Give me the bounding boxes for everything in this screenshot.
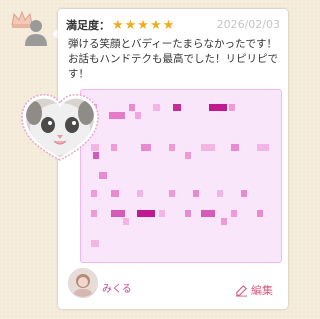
mosaic-block — [209, 104, 227, 111]
mosaic-block — [91, 210, 97, 217]
review-date: 2026/02/03 — [216, 18, 280, 31]
mosaic-block — [123, 218, 129, 225]
mosaic-block — [111, 144, 117, 151]
mosaic-block — [91, 240, 99, 247]
mosaic-block — [91, 190, 97, 197]
mosaic-block — [201, 210, 215, 217]
mosaic-block — [169, 144, 175, 151]
mosaic-block — [257, 144, 269, 151]
cat-photo-heart-icon — [21, 93, 99, 161]
mosaic-block — [109, 112, 125, 119]
mosaic-block — [231, 144, 239, 151]
mosaic-block — [217, 190, 223, 197]
mosaic-block — [231, 210, 237, 217]
mosaic-block — [137, 210, 155, 217]
edit-icon — [235, 284, 248, 297]
reviewer-info[interactable]: みくる — [68, 268, 132, 298]
mosaic-block — [137, 190, 143, 197]
user-avatar[interactable] — [68, 268, 98, 298]
mosaic-block — [185, 152, 191, 159]
mosaic-block — [99, 172, 107, 179]
mosaic-block — [201, 144, 215, 151]
mosaic-block — [221, 218, 227, 225]
mosaic-block — [193, 190, 199, 197]
review-text: 弾ける笑顔とバディーたまらなかったです！お話もハンドテクも最高でした！リピリピで… — [68, 38, 278, 80]
mosaic-block — [173, 104, 181, 111]
mosaic-block — [135, 112, 141, 119]
default-user-icon — [25, 20, 47, 46]
mosaic-block — [111, 190, 119, 197]
satisfaction-label: 満足度： — [66, 19, 110, 32]
mosaic-block — [229, 104, 235, 111]
user-name[interactable]: みくる — [102, 280, 132, 295]
edit-button[interactable]: 編集 — [235, 282, 273, 298]
mosaic-block — [159, 210, 165, 217]
mosaic-block — [111, 210, 125, 217]
edit-label: 編集 — [251, 284, 273, 297]
mosaic-block — [129, 104, 135, 111]
user-photo-icon — [69, 269, 97, 297]
reviewer-avatar — [21, 16, 51, 46]
mosaic-block — [185, 210, 191, 217]
mosaic-block — [141, 144, 151, 151]
mosaic-message-box — [80, 89, 282, 263]
mosaic-block — [257, 210, 263, 217]
mosaic-block — [169, 190, 175, 197]
mosaic-block — [153, 104, 160, 111]
star-rating-icon: ★★★★★ — [112, 17, 176, 33]
satisfaction-rating: 満足度： ★★★★★ — [66, 17, 175, 33]
mosaic-block — [241, 190, 247, 197]
